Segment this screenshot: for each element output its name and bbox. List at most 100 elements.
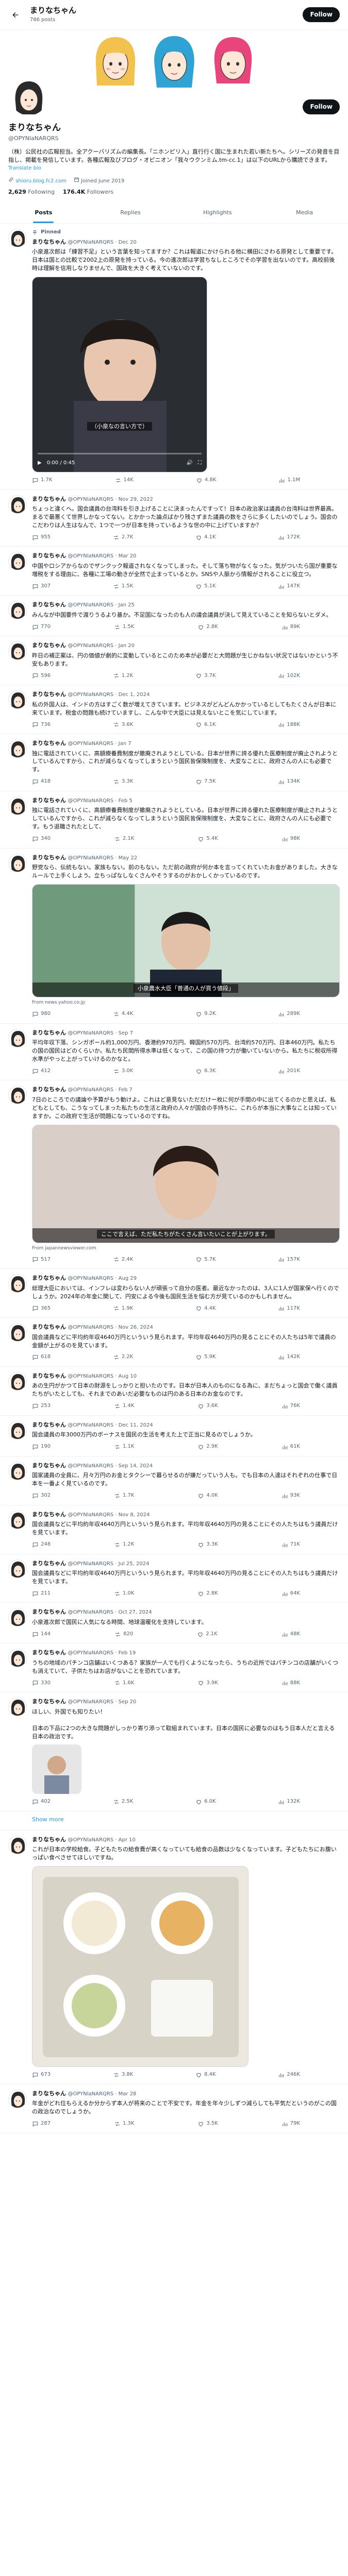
tweet-avatar[interactable] (8, 1510, 27, 1529)
tweet-avatar[interactable] (8, 1323, 27, 1342)
tweet[interactable]: まりなちゃん @OPYNlaNARQRS · Aug 10 あの生円がかつて日本… (0, 1367, 348, 1416)
tweet-news-image[interactable]: 小泉農水大臣「普通の人が買う値段」 (32, 884, 340, 998)
tweet[interactable]: まりなちゃん @OPYNlaNARQRS · Feb 19 うちの地域のパチンコ… (0, 1643, 348, 1693)
profile-avatar[interactable] (8, 76, 49, 117)
tweet-name[interactable]: まりなちゃん (32, 1086, 66, 1093)
views-button[interactable]: 98K (281, 835, 300, 843)
tweet-avatar[interactable] (8, 229, 27, 248)
tweet[interactable]: まりなちゃん @OPYNlaNARQRS · Mar 28 年金がどれ位もらえる… (0, 2084, 348, 2133)
reply-button[interactable]: 955 (32, 534, 51, 541)
reply-button[interactable]: 190 (32, 1443, 51, 1451)
tweet-name[interactable]: まりなちゃん (32, 1421, 66, 1428)
tweet[interactable]: まりなちゃん @OPYNlaNARQRS · Jan 7 独に電話されていくに、… (0, 734, 348, 791)
tweet-lunch-image[interactable] (32, 1866, 248, 2067)
views-button[interactable]: 289K (278, 1010, 300, 1018)
tweet-handle[interactable]: @OPYNlaNARQRS · Nov 26, 2024 (68, 1325, 153, 1330)
repost-button[interactable]: 1.2K (114, 1541, 134, 1549)
like-button[interactable]: 6.1K (195, 721, 216, 729)
tweet-name[interactable]: まりなちゃん (32, 1275, 66, 1281)
like-button[interactable]: 7.5K (195, 778, 216, 786)
reply-button[interactable]: 330 (32, 1680, 51, 1687)
header-follow-button[interactable]: Follow (303, 7, 340, 23)
like-button[interactable]: 4.8K (196, 477, 216, 484)
tweet[interactable]: まりなちゃん @OPYNlaNARQRS · Sep 7 平均年収下落、シンガポ… (0, 1024, 348, 1081)
play-icon[interactable]: ▶ (38, 460, 42, 467)
tweet-name[interactable]: まりなちゃん (32, 1511, 66, 1518)
views-button[interactable]: 157K (278, 1256, 300, 1264)
fullscreen-icon[interactable]: ⛶ (198, 460, 202, 467)
tweet-name[interactable]: まりなちゃん (32, 642, 66, 649)
image-source[interactable]: From news.yahoo.co.jp (32, 999, 340, 1006)
views-button[interactable]: 134K (278, 778, 300, 786)
like-button[interactable]: 2.8K (197, 1590, 218, 1598)
repost-button[interactable]: 1.5K (114, 623, 134, 631)
reply-button[interactable]: 253 (32, 1402, 51, 1410)
tweet-avatar[interactable] (8, 853, 27, 872)
tweet[interactable]: まりなちゃん @OPYNlaNARQRS · Nov 8, 2024 国会議員な… (0, 1505, 348, 1554)
tweet[interactable]: まりなちゃん @OPYNlaNARQRS · Sep 20 ほしい、外国でも知り… (0, 1692, 348, 1811)
tab-replies[interactable]: Replies (87, 202, 174, 223)
tweet-name[interactable]: まりなちゃん (32, 1649, 66, 1656)
repost-button[interactable]: 1.0K (114, 1590, 134, 1598)
tweet-handle[interactable]: @OPYNlaNARQRS · Nov 29, 2022 (68, 497, 153, 502)
reply-button[interactable]: 144 (32, 1631, 51, 1638)
reply-button[interactable]: 211 (32, 1590, 51, 1598)
tweet[interactable]: まりなちゃん @OPYNlaNARQRS · Feb 5 独に電話されていくに、… (0, 791, 348, 849)
tweet-handle[interactable]: @OPYNlaNARQRS · Feb 19 (68, 1650, 136, 1656)
tweet[interactable]: まりなちゃん @OPYNlaNARQRS · Nov 26, 2024 国会議員… (0, 1318, 348, 1367)
views-button[interactable]: 64K (281, 1590, 300, 1598)
tweet-avatar[interactable] (8, 1649, 27, 1668)
like-button[interactable]: 3.6K (197, 1402, 218, 1410)
tweet-name[interactable]: まりなちゃん (32, 1698, 66, 1705)
like-button[interactable]: 3.7K (195, 672, 216, 680)
views-button[interactable]: 147K (278, 583, 300, 590)
reply-button[interactable]: 287 (32, 2120, 51, 2128)
back-button[interactable] (8, 8, 23, 22)
repost-button[interactable]: 14K (115, 477, 134, 484)
tweet-handle[interactable]: @OPYNlaNARQRS · Mar 20 (68, 553, 137, 559)
tweet-avatar[interactable] (8, 1608, 27, 1627)
tweet[interactable]: まりなちゃん @OPYNlaNARQRS · May 22 野党なら、伝統もない… (0, 849, 348, 1024)
reply-button[interactable]: 418 (32, 778, 51, 786)
tweet-name[interactable]: まりなちゃん (32, 552, 66, 559)
tweet-handle[interactable]: @OPYNlaNARQRS · Mar 28 (68, 2091, 137, 2097)
translate-bio-link[interactable]: Translate bio (8, 165, 340, 173)
repost-button[interactable]: 4.4K (113, 1010, 133, 1018)
tweet[interactable]: まりなちゃん @OPYNlaNARQRS · Dec 1, 2024 私の外国人… (0, 685, 348, 735)
image-source[interactable]: From japannewsviewer.com (32, 1245, 340, 1252)
tweet-handle[interactable]: @OPYNlaNARQRS · Sep 14, 2024 (68, 1463, 153, 1469)
reply-button[interactable]: 980 (32, 1010, 51, 1018)
tweet-avatar[interactable] (8, 2089, 27, 2108)
reply-button[interactable]: 1.7K (32, 477, 52, 484)
views-button[interactable]: 142K (278, 1353, 300, 1361)
repost-button[interactable]: 1.4K (114, 1402, 134, 1410)
tweet-avatar[interactable] (8, 1835, 27, 1854)
repost-button[interactable]: 1.2K (113, 672, 133, 680)
tab-posts[interactable]: Posts (0, 202, 87, 223)
like-button[interactable]: 6.3K (195, 1067, 216, 1075)
like-button[interactable]: 9.2K (195, 1010, 216, 1018)
reply-button[interactable]: 248 (32, 1541, 51, 1549)
tweet-name[interactable]: まりなちゃん (32, 1324, 66, 1330)
tweet-name[interactable]: まりなちゃん (32, 854, 66, 861)
repost-button[interactable]: 2.2K (113, 1353, 133, 1361)
tweet[interactable]: まりなちゃん @OPYNlaNARQRS · Aug 29 総理大臣においては、… (0, 1269, 348, 1318)
views-button[interactable]: 117K (278, 1305, 300, 1313)
tweet[interactable]: まりなちゃん @OPYNlaNARQRS · Feb 7 7日のところでの議論や… (0, 1080, 348, 1269)
like-button[interactable]: 2.1K (197, 1631, 218, 1638)
repost-button[interactable]: 3.3K (113, 778, 133, 786)
reply-button[interactable]: 365 (32, 1305, 51, 1313)
tweet[interactable]: まりなちゃん @OPYNlaNARQRS · Jan 25 みんなが中国要件で渡… (0, 596, 348, 637)
tweet-handle[interactable]: @OPYNlaNARQRS · Dec 20 (68, 240, 137, 245)
tweet[interactable]: Pinned まりなちゃん @OPYNlaNARQRS · Dec 20 小泉進… (0, 224, 348, 490)
tweet-name[interactable]: まりなちゃん (32, 2090, 66, 2097)
reply-button[interactable]: 307 (32, 583, 51, 590)
like-button[interactable]: 5.7K (195, 1256, 216, 1264)
tweet[interactable]: まりなちゃん @OPYNlaNARQRS · Nov 29, 2022 ちょっと… (0, 490, 348, 547)
reply-button[interactable]: 402 (32, 1798, 51, 1806)
tweet-avatar[interactable] (8, 641, 27, 660)
tweet-handle[interactable]: @OPYNlaNARQRS · Apr 10 (68, 1837, 136, 1843)
views-button[interactable]: 201K (278, 1067, 300, 1075)
like-button[interactable]: 5.1K (195, 583, 216, 590)
tweet-handle[interactable]: @OPYNlaNARQRS · Sep 7 (68, 1030, 134, 1036)
